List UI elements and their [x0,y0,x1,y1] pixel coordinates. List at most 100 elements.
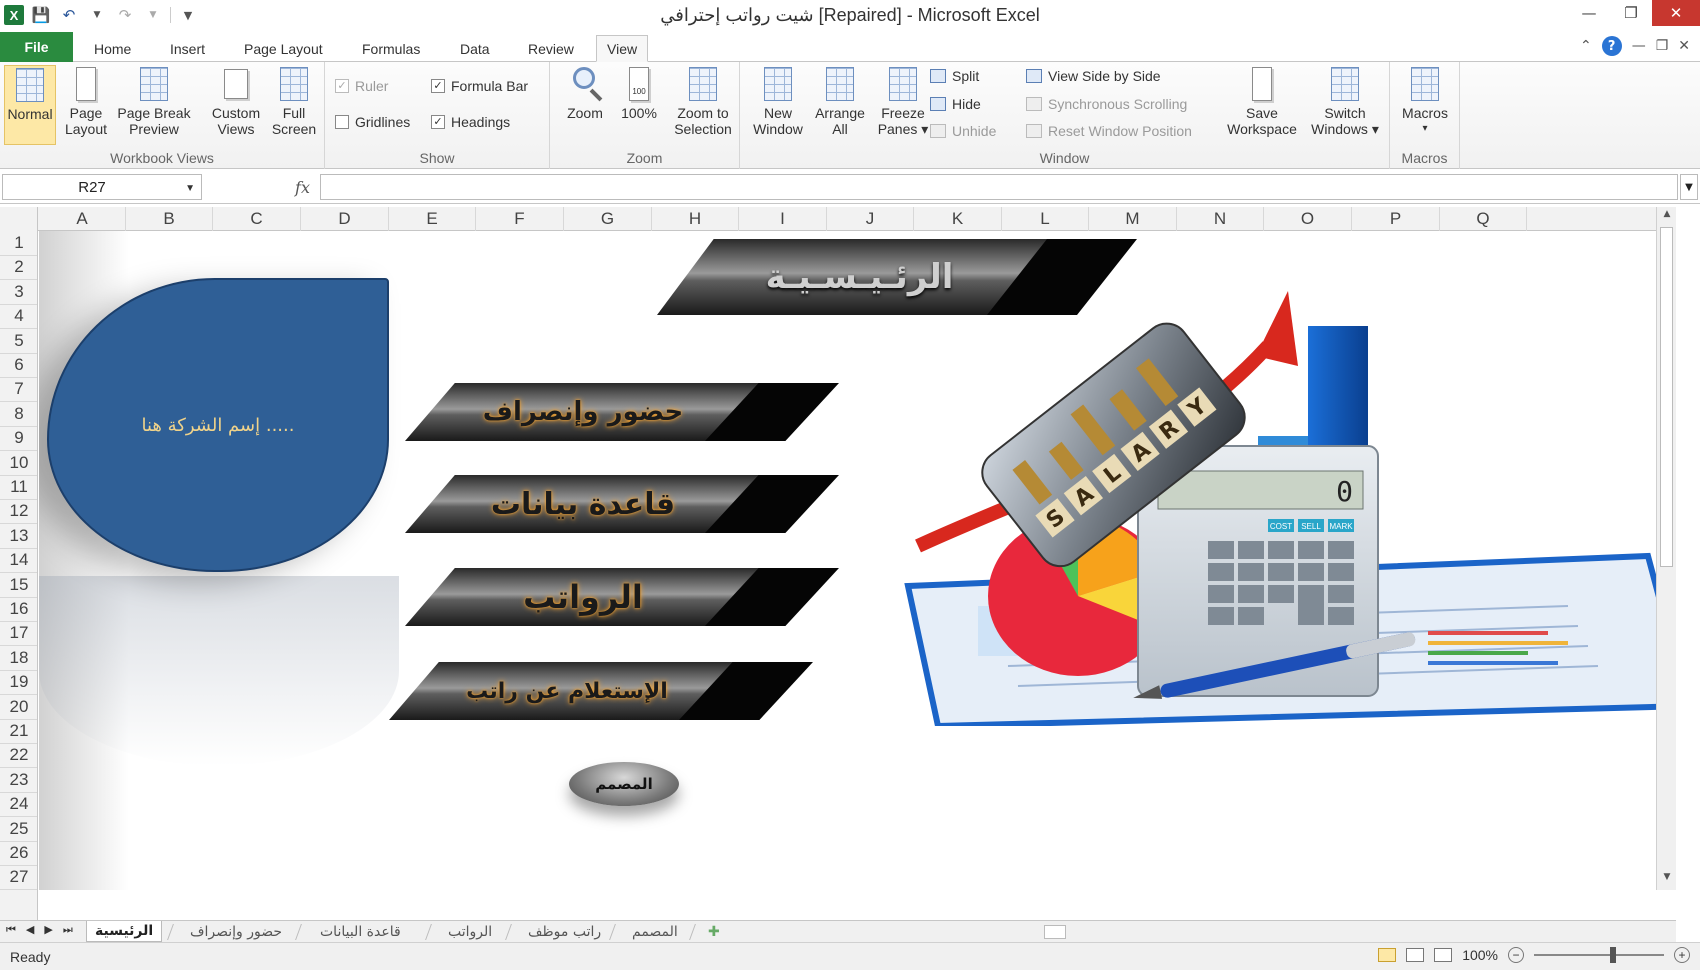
sheet-tab-main[interactable]: الرئيسية [86,921,163,942]
horizontal-scroll-thumb[interactable] [1044,925,1066,939]
prev-sheet-icon[interactable]: ◀ [26,923,34,937]
row-header[interactable]: 6 [0,353,37,378]
workbook-restore-icon[interactable]: ❐ [1656,38,1669,54]
column-header[interactable]: J [827,207,914,231]
row-header[interactable]: 15 [0,573,37,598]
row-header[interactable]: 1 [0,231,37,256]
company-name-shape[interactable]: إسم الشركة هنا ..... [47,278,389,572]
nav-button-attendance[interactable]: حضور وإنصراف [405,383,839,441]
sheet-tab-employee-salary[interactable]: راتب موظف [520,921,609,942]
row-header[interactable]: 22 [0,743,37,769]
designer-button[interactable]: المصمم [569,762,679,806]
sheet-tab-database[interactable]: قاعدة البيانات [312,921,409,942]
row-header[interactable]: 13 [0,524,37,549]
last-sheet-icon[interactable]: ⏭ [63,923,73,937]
normal-view-status-icon[interactable] [1378,948,1397,962]
zoom-in-icon[interactable]: + [1674,947,1690,963]
column-header[interactable]: O [1264,207,1352,231]
unhide-button[interactable]: Unhide [930,123,996,139]
row-header[interactable]: 23 [0,768,37,793]
name-box-dropdown-icon[interactable]: ▼ [185,183,195,194]
row-header[interactable]: 19 [0,670,37,696]
insert-sheet-icon[interactable]: ✚ [700,921,728,942]
sheet-tab-salaries[interactable]: الرواتب [440,921,500,942]
tab-formulas[interactable]: Formulas [352,35,430,62]
select-all-corner[interactable] [0,207,38,231]
row-header[interactable]: 9 [0,426,37,452]
tab-view[interactable]: View [596,35,649,62]
sheet-tab-designer[interactable]: المصمم [624,921,686,942]
row-header[interactable]: 17 [0,621,37,647]
workbook-minimize-icon[interactable]: — [1632,38,1646,54]
zoom-out-icon[interactable]: − [1508,947,1524,963]
name-box[interactable]: R27 ▼ [2,174,202,200]
row-header[interactable]: 3 [0,280,37,305]
minimize-icon[interactable]: — [1568,0,1610,26]
row-header[interactable]: 12 [0,499,37,525]
column-header[interactable]: M [1089,207,1177,231]
collapse-ribbon-icon[interactable]: ⌃ [1580,38,1592,54]
save-workspace-button[interactable]: Save Workspace [1222,65,1302,145]
tab-home[interactable]: Home [84,35,141,62]
page-break-preview-button[interactable]: Page Break Preview [114,65,194,145]
headings-checkbox[interactable]: ✓ Headings [431,114,510,130]
row-header[interactable]: 24 [0,792,37,818]
formula-input[interactable] [320,174,1678,200]
row-header[interactable]: 26 [0,841,37,866]
tab-data[interactable]: Data [450,35,500,62]
sheet-tab-attendance[interactable]: حضور وإنصراف [182,921,290,942]
gridlines-checkbox[interactable]: Gridlines [335,114,410,130]
row-header[interactable]: 27 [0,865,37,891]
row-header[interactable]: 4 [0,304,37,330]
close-icon[interactable]: ✕ [1652,0,1700,26]
page-break-status-icon[interactable] [1434,948,1453,962]
vertical-scrollbar[interactable]: ▲ ▼ [1656,207,1676,890]
help-icon[interactable]: ? [1601,36,1622,56]
row-header[interactable]: 14 [0,548,37,574]
zoom-100-button[interactable]: 100 100% [614,65,664,145]
zoom-to-selection-button[interactable]: Zoom to Selection [668,65,738,145]
view-side-by-side-button[interactable]: View Side by Side [1026,68,1161,84]
restore-icon[interactable]: ❐ [1610,0,1652,26]
workbook-close-icon[interactable]: ✕ [1678,38,1690,54]
next-sheet-icon[interactable]: ▶ [44,923,52,937]
sync-scrolling-button[interactable]: Synchronous Scrolling [1026,96,1187,112]
column-header[interactable]: D [301,207,389,231]
reset-window-button[interactable]: Reset Window Position [1026,123,1192,139]
zoom-button[interactable]: Zoom [560,65,610,145]
nav-button-salaries[interactable]: الرواتب [405,568,839,626]
column-header[interactable]: G [564,207,652,231]
row-header[interactable]: 7 [0,377,37,403]
row-header[interactable]: 16 [0,597,37,622]
zoom-level[interactable]: 100% [1462,947,1498,963]
first-sheet-icon[interactable]: ⏮ [6,923,16,937]
column-header[interactable]: B [126,207,213,231]
row-header[interactable]: 18 [0,646,37,671]
column-header[interactable]: N [1177,207,1264,231]
column-header[interactable]: I [739,207,827,231]
ruler-checkbox[interactable]: ✓ Ruler [335,78,388,94]
horizontal-scrollbar[interactable] [1040,924,1670,940]
full-screen-button[interactable]: Full Screen [268,65,320,145]
formula-bar-checkbox[interactable]: ✓ Formula Bar [431,78,528,94]
custom-views-button[interactable]: Custom Views [206,65,266,145]
split-button[interactable]: Split [930,68,979,84]
column-header[interactable]: P [1352,207,1440,231]
hide-button[interactable]: Hide [930,96,981,112]
row-header[interactable]: 11 [0,475,37,500]
nav-button-salary-inquiry[interactable]: الإستعلام عن راتب [389,662,813,720]
expand-formula-bar-icon[interactable]: ▼ [1680,174,1698,200]
arrange-all-button[interactable]: Arrange All [808,65,872,145]
row-header[interactable]: 25 [0,817,37,842]
column-header[interactable]: L [1002,207,1089,231]
page-layout-status-icon[interactable] [1406,948,1425,962]
column-header[interactable]: K [914,207,1002,231]
insert-function-button[interactable]: fx [210,174,320,200]
row-header[interactable]: 10 [0,451,37,476]
tab-insert[interactable]: Insert [160,35,215,62]
zoom-slider-knob[interactable] [1610,947,1616,963]
row-header[interactable]: 21 [0,719,37,744]
nav-button-database[interactable]: قاعدة بيانات [405,475,839,533]
macros-button[interactable]: Macros ▾ [1396,65,1454,145]
zoom-slider[interactable] [1534,947,1664,963]
